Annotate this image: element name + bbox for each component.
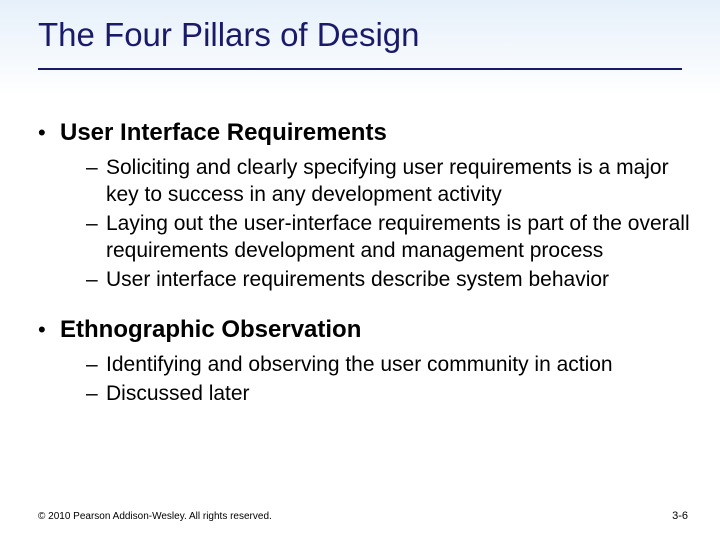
list-item-text: Laying out the user-interface requiremen… <box>106 210 690 264</box>
dash-icon: – <box>86 154 106 208</box>
section-2-list: – Identifying and observing the user com… <box>38 351 690 407</box>
list-item: – Identifying and observing the user com… <box>38 351 690 378</box>
list-item-text: User interface requirements describe sys… <box>106 266 690 293</box>
list-item: – User interface requirements describe s… <box>38 266 690 293</box>
dash-icon: – <box>86 380 106 407</box>
section-1-list: – Soliciting and clearly specifying user… <box>38 154 690 293</box>
title-underline <box>38 68 682 70</box>
list-item-text: Discussed later <box>106 380 690 407</box>
list-item: – Laying out the user-interface requirem… <box>38 210 690 264</box>
list-item: – Discussed later <box>38 380 690 407</box>
slide-content: • User Interface Requirements – Soliciti… <box>38 118 690 429</box>
list-item: – Soliciting and clearly specifying user… <box>38 154 690 208</box>
section-1-heading: User Interface Requirements <box>60 118 387 148</box>
slide-title: The Four Pillars of Design <box>38 16 682 54</box>
footer-page-number: 3-6 <box>672 510 688 522</box>
dash-icon: – <box>86 266 106 293</box>
dash-icon: – <box>86 351 106 378</box>
section-2: • Ethnographic Observation <box>38 315 690 345</box>
list-item-text: Soliciting and clearly specifying user r… <box>106 154 690 208</box>
dash-icon: – <box>86 210 106 264</box>
slide: The Four Pillars of Design • User Interf… <box>0 0 720 540</box>
footer-copyright: © 2010 Pearson Addison-Wesley. All right… <box>38 511 272 522</box>
section-1: • User Interface Requirements <box>38 118 690 148</box>
bullet-icon: • <box>38 315 60 345</box>
section-2-heading: Ethnographic Observation <box>60 315 361 345</box>
list-item-text: Identifying and observing the user commu… <box>106 351 690 378</box>
bullet-icon: • <box>38 118 60 148</box>
